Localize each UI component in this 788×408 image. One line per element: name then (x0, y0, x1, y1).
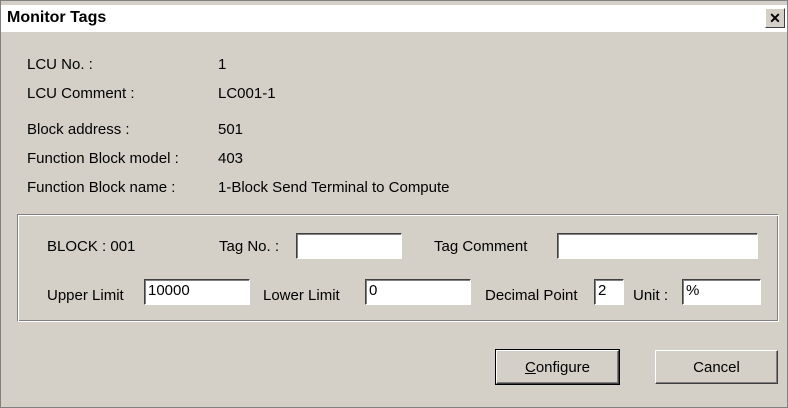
lcu-comment-value: LC001-1 (218, 85, 276, 102)
window-title: Monitor Tags (7, 9, 107, 26)
function-block-name-label: Function Block name : (27, 179, 176, 196)
upper-limit-label: Upper Limit (47, 287, 124, 304)
function-block-model-value: 403 (218, 150, 244, 167)
tag-comment-input[interactable] (557, 233, 758, 259)
configure-button[interactable]: Configure (495, 349, 620, 385)
block-address-value: 501 (218, 121, 244, 138)
tag-no-input[interactable] (296, 233, 402, 259)
function-block-model-label: Function Block model : (27, 150, 179, 167)
unit-label: Unit : (633, 287, 669, 304)
cancel-label: Cancel (693, 358, 740, 376)
cancel-button[interactable]: Cancel (655, 350, 778, 384)
lcu-no-label: LCU No. : (27, 56, 93, 73)
decimal-point-input[interactable]: 2 (594, 279, 624, 305)
close-button[interactable]: ✕ (765, 8, 785, 28)
block-number-label: BLOCK : 001 (47, 238, 136, 255)
title-bar: Monitor Tags ✕ (1, 5, 787, 32)
configure-accelerator: C (524, 358, 536, 376)
tag-comment-label: Tag Comment (434, 238, 528, 255)
decimal-point-label: Decimal Point (485, 287, 578, 304)
unit-input[interactable]: % (682, 279, 761, 305)
block-settings-group (17, 214, 779, 322)
configure-label: onfigure (535, 358, 591, 376)
lower-limit-label: Lower Limit (263, 287, 340, 304)
lcu-no-value: 1 (218, 56, 227, 73)
lower-limit-input[interactable]: 0 (365, 279, 471, 305)
upper-limit-input[interactable]: 10000 (144, 279, 250, 305)
block-address-label: Block address : (27, 121, 130, 138)
monitor-tags-dialog: Monitor Tags ✕ LCU No. : 1 LCU Comment :… (0, 0, 788, 408)
function-block-name-value: 1-Block Send Terminal to Compute (218, 179, 450, 196)
tag-no-label: Tag No. : (219, 238, 280, 255)
close-icon: ✕ (769, 10, 781, 26)
lcu-comment-label: LCU Comment : (27, 85, 135, 102)
